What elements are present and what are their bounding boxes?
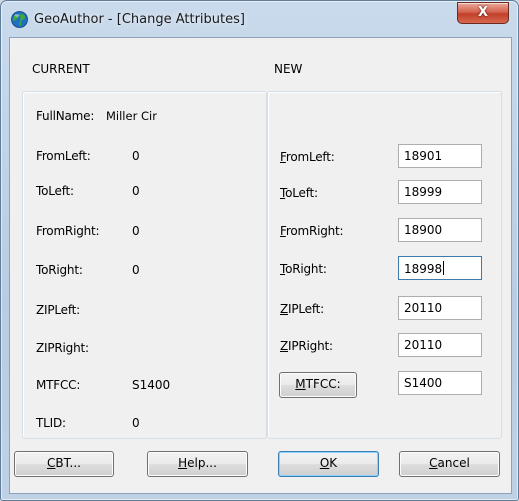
fullname-value: Miller Cir (106, 109, 157, 123)
current-fromleft-value: 0 (132, 149, 140, 163)
dialog-window: GeoAuthor - [Change Attributes] X CURREN… (0, 0, 519, 501)
dialog-body: CURRENT NEW FullName: Miller Cir FromLef… (9, 37, 512, 494)
current-zipleft-label: ZIPLeft: (36, 303, 81, 317)
title-bar[interactable]: GeoAuthor - [Change Attributes] X (1, 1, 518, 37)
current-fromright-value: 0 (132, 224, 140, 238)
new-zipleft-label: ZIPLeft: (280, 302, 325, 316)
current-toleft-value: 0 (132, 184, 140, 198)
new-fromright-field[interactable]: 18900 (398, 218, 482, 242)
current-mtfcc-label: MTFCC: (36, 378, 81, 392)
current-fromright-label: FromRight: (36, 224, 100, 238)
help-button[interactable]: Help... (147, 451, 248, 477)
mtfcc-button[interactable]: MTFCC: (279, 372, 357, 398)
new-zipright-field[interactable]: 20110 (398, 333, 482, 357)
new-fromleft-label: FromLeft: (280, 150, 335, 164)
text-caret (443, 261, 445, 275)
new-toright-field[interactable]: 18998 (398, 256, 482, 280)
new-zipleft-field[interactable]: 20110 (398, 296, 482, 320)
cbt-button[interactable]: CBT... (14, 451, 114, 477)
current-tlid-label: TLID: (36, 416, 66, 430)
current-fromleft-label: FromLeft: (36, 149, 91, 163)
current-toright-label: ToRight: (36, 263, 83, 277)
current-heading: CURRENT (32, 62, 90, 76)
current-tlid-value: 0 (132, 416, 140, 430)
new-mtfcc-field[interactable]: S1400 (398, 371, 482, 395)
new-heading: NEW (274, 62, 303, 76)
new-toleft-field[interactable]: 18999 (398, 180, 482, 204)
new-toright-label: ToRight: (280, 262, 327, 276)
window-title: GeoAuthor - [Change Attributes] (34, 12, 245, 27)
new-fromright-label: FromRight: (280, 224, 344, 238)
close-button[interactable]: X (457, 2, 509, 24)
fullname-label: FullName: (36, 109, 95, 123)
globe-icon (11, 11, 28, 28)
ok-button[interactable]: OK (278, 451, 379, 477)
new-toleft-label: ToLeft: (280, 186, 318, 200)
current-toleft-label: ToLeft: (36, 184, 74, 198)
current-mtfcc-value: S1400 (132, 378, 171, 392)
new-zipright-label: ZIPRight: (280, 339, 333, 353)
cancel-button[interactable]: Cancel (399, 451, 500, 477)
new-fromleft-field[interactable]: 18901 (398, 144, 482, 168)
new-toright-value: 18998 (404, 262, 443, 276)
current-toright-value: 0 (132, 263, 140, 277)
current-zipright-label: ZIPRight: (36, 341, 89, 355)
